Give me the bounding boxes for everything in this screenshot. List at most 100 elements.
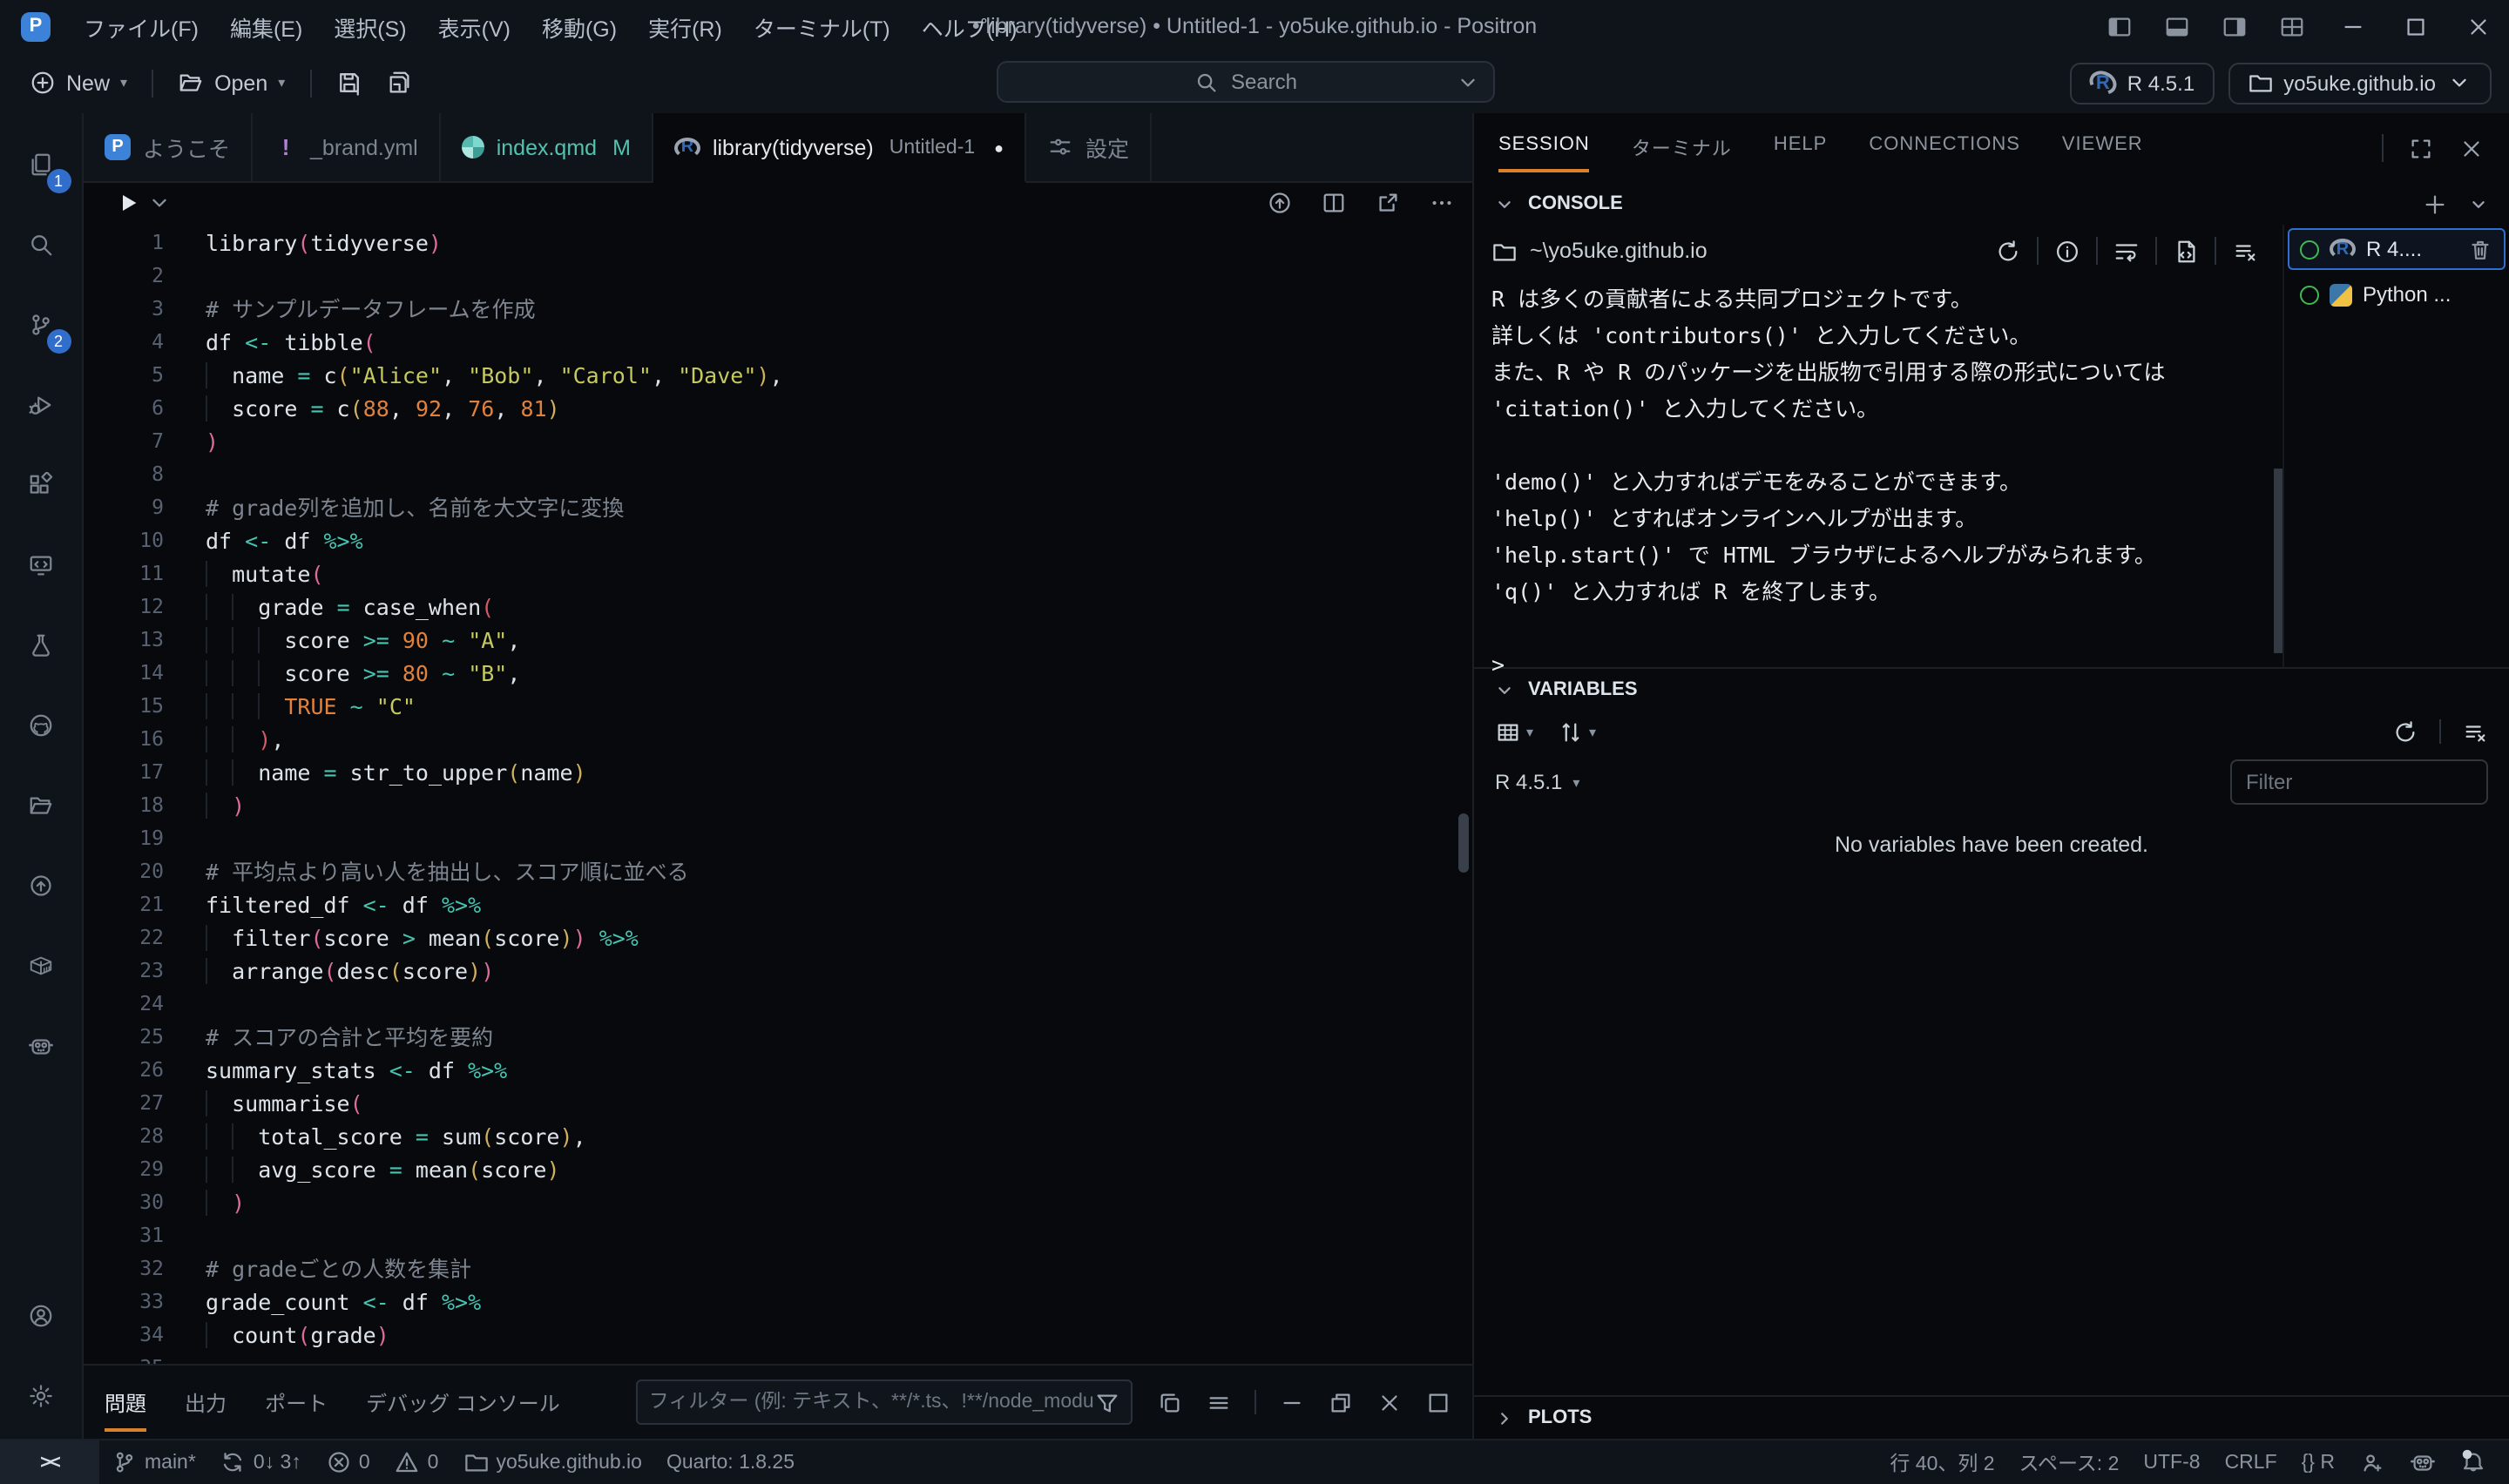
toggle-secondary-sidebar-icon[interactable] bbox=[2206, 13, 2263, 39]
panel-tab-CONNECTIONS[interactable]: CONNECTIONS bbox=[1869, 120, 2020, 176]
copy-icon[interactable] bbox=[1157, 1389, 1183, 1415]
save-button[interactable] bbox=[323, 63, 374, 103]
command-center-search[interactable]: Search bbox=[997, 61, 1495, 103]
eol[interactable]: CRLF bbox=[2213, 1440, 2289, 1484]
console-file-code-icon[interactable] bbox=[2173, 238, 2199, 264]
menu-item[interactable]: 表示(V) bbox=[423, 3, 526, 50]
fullscreen-icon[interactable] bbox=[2408, 135, 2434, 161]
problems-errors[interactable]: 0 bbox=[314, 1440, 382, 1484]
activity-files[interactable]: 1 bbox=[1, 124, 81, 204]
r-interpreter-button[interactable]: R R 4.5.1 bbox=[2070, 62, 2214, 104]
chevron-down-icon[interactable] bbox=[1491, 191, 1518, 217]
open-button[interactable]: Open▾ bbox=[166, 63, 297, 103]
panel-tab-VIEWER[interactable]: VIEWER bbox=[2062, 120, 2143, 176]
tab-ようこそ[interactable]: P ようこそ bbox=[84, 113, 253, 181]
open-external-icon[interactable] bbox=[1375, 189, 1401, 215]
publish-icon[interactable] bbox=[1267, 189, 1293, 215]
session-options-icon[interactable] bbox=[2465, 191, 2492, 217]
customize-layout-icon[interactable] bbox=[2263, 13, 2321, 39]
variables-runtime-picker[interactable]: R 4.5.1▾ bbox=[1495, 770, 1579, 794]
working-directory[interactable]: ~\yo5uke.github.io bbox=[1530, 239, 1708, 263]
dirty-dot-icon[interactable]: ● bbox=[994, 138, 1004, 156]
maximize-panel-icon[interactable] bbox=[1425, 1389, 1451, 1415]
split-editor-icon[interactable] bbox=[1321, 189, 1347, 215]
tab-_brand.yml[interactable]: ! _brand.yml bbox=[253, 113, 441, 181]
feedback[interactable] bbox=[2347, 1440, 2397, 1484]
variables-filter[interactable] bbox=[2230, 759, 2488, 805]
bottom-tab-ポート[interactable]: ポート bbox=[265, 1377, 328, 1427]
toggle-primary-sidebar-icon[interactable] bbox=[2091, 13, 2148, 39]
console-word-wrap-icon[interactable] bbox=[2113, 238, 2140, 264]
more-actions-icon[interactable] bbox=[1429, 189, 1455, 215]
activity-account[interactable] bbox=[1, 1275, 81, 1355]
plots-section[interactable]: PLOTS bbox=[1474, 1395, 2509, 1439]
git-sync[interactable]: 0↓ 3↑ bbox=[208, 1440, 314, 1484]
menu-item[interactable]: ファイル(F) bbox=[68, 3, 214, 50]
indentation[interactable]: スペース: 2 bbox=[2007, 1440, 2132, 1484]
console-scrollbar[interactable] bbox=[2274, 469, 2282, 653]
menu-item[interactable]: 選択(S) bbox=[318, 3, 422, 50]
problems-filter-input[interactable] bbox=[649, 1392, 1094, 1413]
refresh-variables-icon[interactable] bbox=[2392, 718, 2418, 745]
console-info-icon[interactable] bbox=[2054, 238, 2080, 264]
console-prompt[interactable]: > bbox=[1491, 651, 1505, 678]
bottom-tab-デバッグ コンソール[interactable]: デバッグ コンソール bbox=[366, 1377, 560, 1427]
sort-variables-icon[interactable] bbox=[1558, 718, 1584, 745]
tab-設定[interactable]: 設定 bbox=[1026, 113, 1152, 181]
window-minimize-button[interactable] bbox=[2321, 0, 2384, 52]
notifications[interactable] bbox=[2448, 1440, 2499, 1484]
activity-github[interactable] bbox=[1, 685, 81, 765]
console-restart-icon[interactable] bbox=[1995, 238, 2021, 264]
activity-folder-opened[interactable] bbox=[1, 765, 81, 845]
view-as-list-icon[interactable] bbox=[1206, 1389, 1232, 1415]
activity-assistant[interactable] bbox=[1, 1005, 81, 1085]
remote-indicator[interactable]: >< bbox=[0, 1440, 99, 1484]
session-Python ...[interactable]: Python ... bbox=[2288, 273, 2506, 315]
panel-tab-HELP[interactable]: HELP bbox=[1774, 120, 1828, 176]
activity-testing[interactable] bbox=[1, 604, 81, 685]
clear-variables-icon[interactable] bbox=[2462, 718, 2488, 745]
close-panel-icon[interactable] bbox=[2458, 135, 2485, 161]
tab-index.qmd[interactable]: index.qmd M bbox=[441, 113, 653, 181]
run-options-chevron-icon[interactable] bbox=[146, 189, 172, 215]
bottom-tab-出力[interactable]: 出力 bbox=[185, 1377, 227, 1427]
console-clear-list-icon[interactable] bbox=[2232, 238, 2258, 264]
project-folder[interactable]: yo5uke.github.io bbox=[450, 1440, 654, 1484]
cursor-position[interactable]: 行 40、列 2 bbox=[1877, 1440, 2006, 1484]
editor-scrollbar[interactable] bbox=[1458, 813, 1469, 873]
menu-item[interactable]: 実行(R) bbox=[632, 3, 738, 50]
quarto-version[interactable]: Quarto: 1.8.25 bbox=[654, 1440, 807, 1484]
panel-tab-SESSION[interactable]: SESSION bbox=[1498, 120, 1590, 176]
problems-filter[interactable] bbox=[637, 1379, 1133, 1425]
panel-tab-ターミナル[interactable]: ターミナル bbox=[1632, 120, 1732, 176]
toggle-panel-icon[interactable] bbox=[2148, 13, 2206, 39]
activity-run-debug[interactable] bbox=[1, 364, 81, 444]
variables-filter-input[interactable] bbox=[2246, 770, 2472, 794]
new-button[interactable]: New▾ bbox=[17, 63, 139, 103]
menu-item[interactable]: 編集(E) bbox=[214, 3, 318, 50]
activity-search[interactable] bbox=[1, 204, 81, 284]
menu-item[interactable]: ターミナル(T) bbox=[738, 3, 906, 50]
copilot[interactable] bbox=[2397, 1440, 2448, 1484]
activity-settings[interactable] bbox=[1, 1355, 81, 1435]
window-close-button[interactable] bbox=[2446, 0, 2509, 52]
activity-source-control[interactable]: 2 bbox=[1, 284, 81, 364]
git-branch[interactable]: main* bbox=[99, 1440, 208, 1484]
trash-icon[interactable] bbox=[2467, 236, 2493, 262]
encoding[interactable]: UTF-8 bbox=[2131, 1440, 2212, 1484]
problems-warnings[interactable]: 0 bbox=[382, 1440, 451, 1484]
session-R 4....[interactable]: R R 4.... bbox=[2288, 228, 2506, 270]
run-button[interactable] bbox=[115, 189, 141, 215]
console-output[interactable]: R は多くの貢献者による共同プロジェクトです。詳しくは 'contributor… bbox=[1491, 280, 2282, 610]
window-maximize-button[interactable] bbox=[2384, 0, 2446, 52]
filter-icon[interactable] bbox=[1094, 1389, 1120, 1415]
minimize-panel-icon[interactable] bbox=[1279, 1389, 1305, 1415]
activity-container[interactable] bbox=[1, 925, 81, 1005]
group-variables-icon[interactable] bbox=[1495, 718, 1521, 745]
project-button[interactable]: yo5uke.github.io bbox=[2228, 62, 2492, 104]
tab-library(tidyverse)[interactable]: R library(tidyverse) Untitled-1 ● bbox=[653, 113, 1026, 183]
activity-remote-explorer[interactable] bbox=[1, 524, 81, 604]
activity-publish[interactable] bbox=[1, 845, 81, 925]
new-session-icon[interactable] bbox=[2422, 191, 2448, 217]
restore-panel-icon[interactable] bbox=[1328, 1389, 1354, 1415]
